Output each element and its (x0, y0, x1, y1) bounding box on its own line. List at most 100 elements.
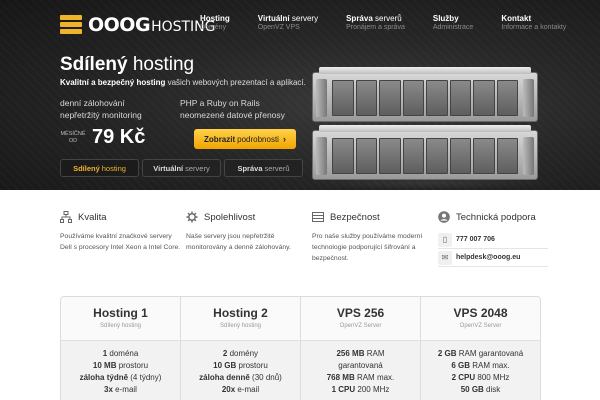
hero-features-left: denní zálohování nepřetržitý monitoring (60, 97, 142, 121)
plan-spec: záloha denně (30 dnů) (181, 372, 300, 384)
plan-spec: 10 GB prostoru (181, 360, 300, 372)
plan-spec-label: 200 MHz (355, 385, 390, 394)
logo[interactable]: OOOGHOSTING (60, 14, 216, 36)
plan-spec: 3x e-mail (61, 384, 180, 396)
server-bays (331, 80, 519, 116)
email-row[interactable]: ✉ helpdesk@ooog.eu (438, 249, 548, 267)
price-prefix: MĚSÍČNĚ OD (60, 131, 86, 145)
hero-title-rest: hosting (127, 54, 195, 75)
plan-spec-label: RAM garantovaná (456, 349, 524, 358)
drive-bay (473, 80, 495, 116)
nav-item-hosting[interactable]: Hosting Domény (200, 14, 230, 31)
drive-bay (332, 80, 354, 116)
email-address: helpdesk@ooog.eu (456, 254, 521, 261)
plan-spec: 768 MB RAM max. (301, 372, 420, 384)
plan-vps-256[interactable]: VPS 256 OpenVZ Server 256 MB RAM garanto… (301, 297, 421, 400)
plan-spec-label: domény (227, 349, 259, 358)
plan-spec-label: 800 MHz (475, 373, 510, 382)
price-value: 79 Kč (92, 126, 146, 148)
nav-item-server-management[interactable]: Správa serverů Pronájem a správa (346, 14, 405, 31)
tab-server-management[interactable]: Správa serverů (224, 159, 303, 177)
server-handle (316, 137, 327, 175)
plan-hosting-1[interactable]: Hosting 1 Sdílený hosting 1 doména 10 MB… (61, 297, 181, 400)
plan-spec: 10 MB prostoru (61, 360, 180, 372)
drive-bay (426, 138, 448, 174)
plan-subtitle: Sdílený hosting (219, 323, 262, 329)
plan-spec: 6 GB RAM max. (421, 360, 540, 372)
nav-item-virtual-servers[interactable]: Virtuální servery OpenVZ VPS (258, 14, 318, 31)
feature-title: Bezpečnost (330, 211, 380, 223)
plan-spec-label: (30 dnů) (249, 373, 282, 382)
drive-bay (379, 138, 401, 174)
server-handle (523, 79, 534, 117)
server-illustration-bottom (312, 125, 538, 180)
feature-line: PHP a Ruby on Rails (180, 98, 260, 108)
plan-hosting-2[interactable]: Hosting 2 Sdílený hosting 2 domény 10 GB… (181, 297, 301, 400)
drive-bay (402, 80, 424, 116)
nav-item-services[interactable]: Služby Administrace (433, 14, 473, 31)
nav-title: Virtuální (257, 14, 290, 23)
drive-bay (332, 138, 354, 174)
plan-spec-label: e-mail (112, 385, 137, 394)
feature-security: Bezpečnost Pro naše služby používáme mod… (312, 210, 437, 264)
drive-bay (402, 138, 424, 174)
nav-title-rest: serverů (372, 14, 402, 23)
pricing-table: Hosting 1 Sdílený hosting 1 doména 10 MB… (60, 296, 541, 400)
plan-spec-label: prostoru (116, 361, 149, 370)
plan-vps-2048[interactable]: VPS 2048 OpenVZ Server 2 GB RAM garantov… (421, 297, 540, 400)
feature-tech-support: Technická podpora ▯ 777 007 706 ✉ helpdesk… (438, 210, 548, 267)
logo-text: OOOGHOSTING (88, 14, 216, 36)
tab-label-rest: servery (185, 163, 210, 173)
server-illustration-top (312, 67, 538, 122)
feature-title: Technická podpora (456, 211, 536, 223)
phone-row[interactable]: ▯ 777 007 706 (438, 231, 548, 249)
tab-label-rest: hosting (101, 163, 126, 173)
plan-spec: 50 GB disk (421, 384, 540, 396)
logo-main: OOOG (88, 14, 151, 36)
plan-name: VPS 2048 (453, 306, 508, 320)
plan-spec-value: záloha týdně (79, 373, 129, 382)
feature-text: Naše servery jsou nepřetržitě monitorová… (186, 233, 291, 251)
plan-spec-label: RAM max. (354, 373, 395, 382)
plan-spec-value: 10 MB (92, 361, 117, 370)
plan-spec-value: 6 GB (451, 361, 471, 370)
nav-subtitle: Pronájem a správa (346, 24, 405, 31)
plan-spec-label: garantovaná (338, 361, 383, 370)
hero-subtitle: Kvalitní a bezpečný hosting vašich webov… (60, 78, 306, 87)
plan-spec-label: RAM max. (470, 361, 510, 370)
show-details-button[interactable]: Zobrazit podrobnosti › (194, 129, 296, 149)
plan-spec: 1 doména (61, 348, 180, 360)
feature-line: neomezené datové přenosy (180, 110, 285, 120)
plan-spec: 2 GB RAM garantovaná (421, 348, 540, 360)
feature-reliability: Spolehlivost Naše servery jsou nepřetrži… (186, 210, 311, 253)
plan-subtitle: OpenVZ Server (459, 323, 502, 329)
plan-spec-value: 768 MB (326, 373, 355, 382)
plan-spec: garantovaná (301, 360, 420, 372)
tab-label-bold: Sdílený (73, 163, 100, 173)
tab-shared-hosting[interactable]: Sdílený hosting (60, 159, 139, 177)
gear-icon (186, 211, 198, 223)
tab-label-rest: serverů (264, 163, 290, 173)
tab-label-bold: Virtuální (153, 163, 184, 173)
tab-virtual-servers[interactable]: Virtuální servery (142, 159, 221, 177)
plan-spec: 2 CPU 800 MHz (421, 372, 540, 384)
plan-spec-value: 2 GB (437, 349, 457, 358)
chevron-right-icon: › (282, 134, 286, 144)
server-bays (331, 138, 519, 174)
cta-label-bold: Zobrazit (204, 134, 236, 144)
feature-title: Spolehlivost (204, 211, 256, 223)
feature-line: denní zálohování (60, 98, 125, 108)
plan-spec-label: prostoru (236, 361, 268, 370)
plan-spec: 20x e-mail (181, 384, 300, 396)
plan-spec-label: doména (107, 349, 139, 358)
feature-text: Používáme kvalitní značkové servery Dell… (60, 233, 181, 251)
drive-bay (449, 80, 471, 116)
drive-bay (496, 80, 518, 116)
nav-item-contact[interactable]: Kontakt Informace a kontakty (501, 14, 566, 31)
nav-title: Kontakt (501, 14, 532, 23)
price-prefix-line: MĚSÍČNĚ (60, 130, 86, 137)
plan-spec: 256 MB RAM (301, 348, 420, 360)
drive-bay (355, 138, 377, 174)
nav-title: Správa (346, 14, 373, 23)
plan-subtitle: Sdílený hosting (99, 323, 142, 329)
